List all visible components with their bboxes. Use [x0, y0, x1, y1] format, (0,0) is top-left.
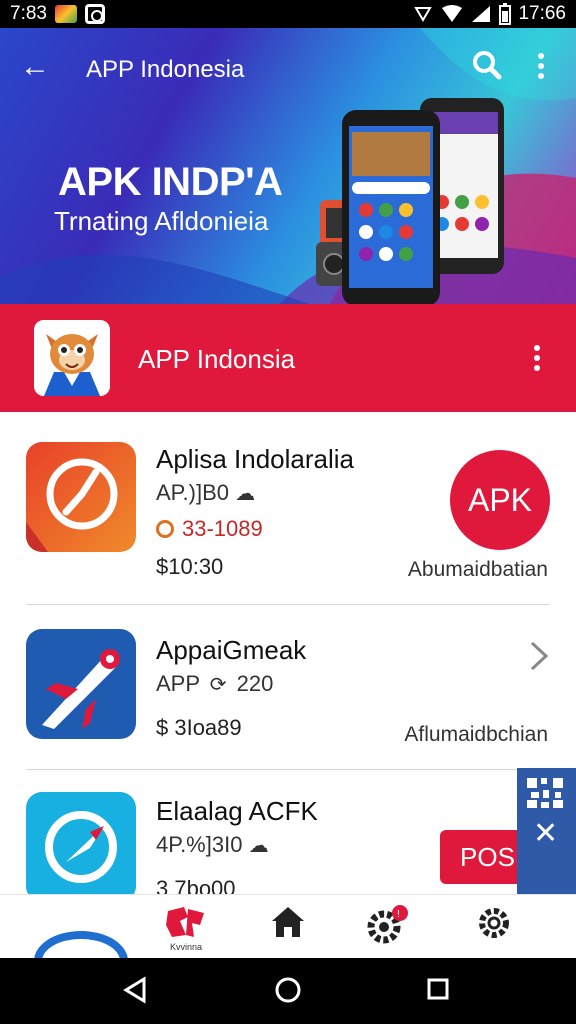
- list-item[interactable]: AppaiGmeak APP ⟳ 220 $ 3Ioa89 Aflumaidbc…: [0, 605, 576, 769]
- hero-title: APK INDP'A: [58, 160, 283, 204]
- bottom-navigation: Kvvinna !: [0, 894, 576, 991]
- app-banner[interactable]: APP Indonsia: [0, 304, 576, 412]
- home-icon[interactable]: [270, 905, 306, 939]
- chevron-right-icon[interactable]: [528, 639, 550, 673]
- nav-item-updates[interactable]: !: [366, 905, 410, 950]
- app-icon-compass: [26, 792, 136, 902]
- status-bar: 7:83 17:66: [0, 0, 576, 28]
- battery-icon: [499, 3, 512, 25]
- app-caption: Aflumaidbchian: [404, 723, 548, 746]
- search-icon[interactable]: [472, 50, 502, 80]
- app-notification-icon: [84, 4, 105, 24]
- refresh-icon: ⟳: [209, 674, 227, 696]
- home-circle-icon[interactable]: [274, 976, 302, 1004]
- coin-icon: [156, 520, 174, 538]
- back-triangle-icon[interactable]: [122, 976, 148, 1004]
- hero-banner: ← APP Indonesia APK INDP'A Trnating Afld…: [0, 28, 576, 304]
- vibrate-icon: [414, 7, 433, 22]
- app-meta: AP.)]B0 ☁: [156, 480, 256, 505]
- floating-side-widget[interactable]: ✕: [517, 768, 576, 894]
- signal-icon: [472, 6, 491, 22]
- recents-square-icon[interactable]: [426, 976, 450, 1002]
- app-icon-plane: [26, 629, 136, 739]
- cloud-icon: ☁: [248, 835, 269, 857]
- mascot-logo: [34, 320, 110, 396]
- status-time: 7:83: [10, 3, 47, 24]
- wifi-icon: [442, 5, 463, 22]
- qr-code-icon[interactable]: [527, 778, 565, 808]
- close-icon[interactable]: ✕: [533, 816, 558, 851]
- app-price: $ 3Ioa89: [156, 715, 242, 740]
- system-navigation-bar: [0, 958, 576, 1024]
- banner-title: APP Indonsia: [138, 344, 296, 374]
- app-meta: APP ⟳ 220: [156, 671, 274, 696]
- nav-item-featured[interactable]: Kvvinna: [164, 905, 208, 952]
- app-name: Aplisa Indolaralia: [156, 444, 355, 474]
- app-name: AppaiGmeak: [156, 635, 307, 665]
- cloud-icon: ☁: [235, 483, 256, 505]
- hero-subtitle: Trnating Afldonieia: [54, 206, 269, 236]
- phones-illustration: [316, 98, 504, 304]
- app-name: Elaalag ACFK: [156, 796, 318, 826]
- featured-icon: [166, 907, 204, 937]
- gear-badge-icon: !: [367, 905, 408, 944]
- app-meta: 4P.%]3I0 ☁: [156, 832, 269, 857]
- list-item[interactable]: Aplisa Indolaralia AP.)]B0 ☁ 33-1089 $10…: [0, 412, 576, 604]
- nav-label: Kvvinna: [169, 942, 203, 952]
- apk-badge[interactable]: APK: [450, 450, 550, 550]
- photos-notification-icon: [54, 5, 77, 23]
- status-clock: 17:66: [518, 3, 566, 24]
- app-price: $10:30: [156, 554, 224, 579]
- more-vert-icon[interactable]: [536, 52, 546, 80]
- list-item[interactable]: Elaalag ACFK 4P.%]3I0 ☁ 3 7bo00 POS: [0, 770, 576, 902]
- app-bar-title: APP Indonesia: [86, 56, 245, 83]
- svg-text:!: !: [397, 909, 400, 920]
- app-rating: 33-1089: [156, 516, 263, 542]
- settings-gear-icon[interactable]: [476, 905, 512, 941]
- app-caption: Abumaidbatian: [407, 558, 548, 581]
- app-icon-clock: [26, 442, 136, 552]
- banner-more-icon[interactable]: [532, 344, 542, 372]
- back-arrow-icon[interactable]: ←: [20, 52, 50, 82]
